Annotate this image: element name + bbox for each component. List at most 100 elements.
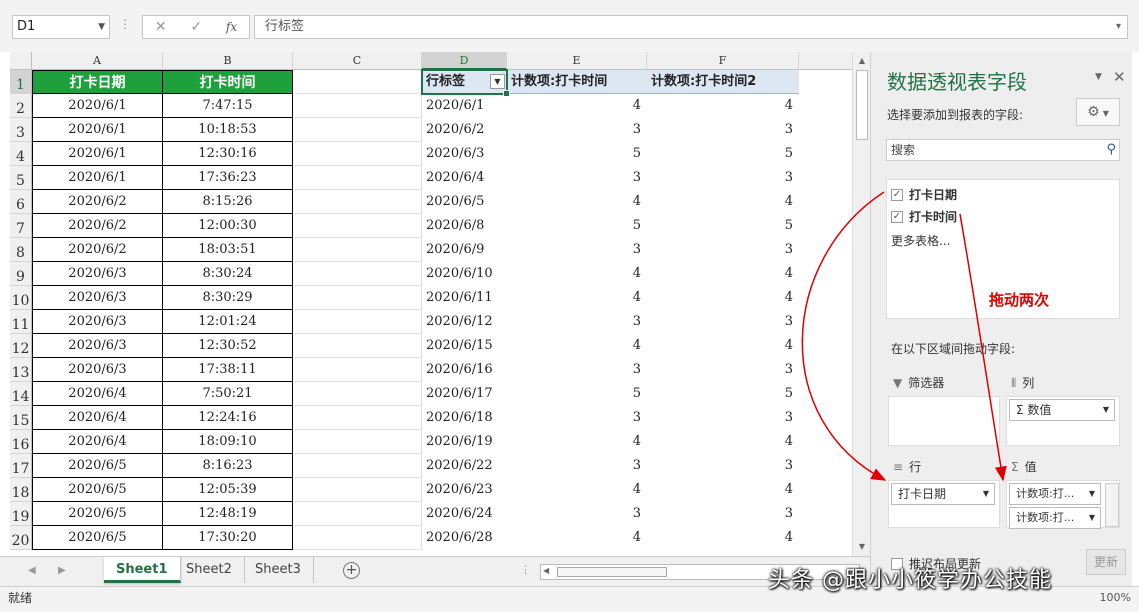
- select-all-corner[interactable]: [10, 52, 32, 70]
- close-icon[interactable]: ✕: [1113, 68, 1126, 86]
- source-cell[interactable]: 17:38:11: [163, 358, 293, 382]
- pivot-value-cell[interactable]: 4: [647, 262, 799, 286]
- row-header[interactable]: 5: [10, 166, 32, 190]
- pivot-value-cell[interactable]: 4: [507, 334, 647, 358]
- pivot-value-cell[interactable]: 4: [647, 430, 799, 454]
- filters-area[interactable]: [888, 396, 1000, 446]
- empty-cell[interactable]: [293, 454, 422, 478]
- source-cell[interactable]: 2020/6/2: [32, 190, 163, 214]
- source-cell[interactable]: 2020/6/1: [32, 142, 163, 166]
- pivot-value-cell[interactable]: 4: [647, 286, 799, 310]
- source-cell[interactable]: 18:03:51: [163, 238, 293, 262]
- row-header[interactable]: 12: [10, 334, 32, 358]
- pivot-value-cell[interactable]: 4: [507, 190, 647, 214]
- empty-cell[interactable]: [293, 190, 422, 214]
- pivot-value-cell[interactable]: 4: [647, 94, 799, 118]
- source-cell[interactable]: 2020/6/4: [32, 406, 163, 430]
- more-tables-link[interactable]: 更多表格...: [891, 232, 950, 249]
- update-button[interactable]: 更新: [1086, 549, 1126, 575]
- pivot-value-cell[interactable]: 3: [647, 118, 799, 142]
- field-checkbox[interactable]: ✓: [891, 188, 903, 201]
- pivot-row-label[interactable]: 2020/6/19: [422, 430, 507, 454]
- row-header[interactable]: 4: [10, 142, 32, 166]
- pivot-row-label[interactable]: 2020/6/17: [422, 382, 507, 406]
- source-cell[interactable]: 12:48:19: [163, 502, 293, 526]
- source-cell[interactable]: 2020/6/3: [32, 262, 163, 286]
- source-cell[interactable]: 8:30:24: [163, 262, 293, 286]
- pivot-row-label[interactable]: 2020/6/2: [422, 118, 507, 142]
- pivot-header-cell[interactable]: 计数项:打卡时间2: [647, 70, 799, 94]
- empty-cell[interactable]: [293, 94, 422, 118]
- empty-cell[interactable]: [293, 478, 422, 502]
- scroll-thumb[interactable]: [856, 70, 868, 140]
- source-cell[interactable]: 18:09:10: [163, 430, 293, 454]
- values-area[interactable]: 计数项:打... ▼ 计数项:打... ▼: [1006, 480, 1120, 529]
- pivot-value-cell[interactable]: 3: [647, 310, 799, 334]
- zoom-level[interactable]: 100%: [1100, 587, 1131, 609]
- pivot-row-label[interactable]: 2020/6/4: [422, 166, 507, 190]
- pivot-value-cell[interactable]: 4: [507, 94, 647, 118]
- field-item-date[interactable]: ✓ 打卡日期: [891, 186, 957, 203]
- source-cell[interactable]: 12:00:30: [163, 214, 293, 238]
- chevron-down-icon[interactable]: ▼: [1089, 508, 1095, 528]
- column-header-a[interactable]: A: [32, 52, 163, 70]
- pivot-value-cell[interactable]: 3: [507, 358, 647, 382]
- values-chip-1[interactable]: 计数项:打... ▼: [1009, 483, 1101, 505]
- pivot-value-cell[interactable]: 4: [647, 526, 799, 550]
- row-header[interactable]: 7: [10, 214, 32, 238]
- source-cell[interactable]: 8:15:26: [163, 190, 293, 214]
- columns-values-chip[interactable]: Σ 数值 ▼: [1009, 399, 1115, 421]
- pivot-row-label[interactable]: 2020/6/8: [422, 214, 507, 238]
- source-cell[interactable]: 17:30:20: [163, 526, 293, 550]
- formula-input[interactable]: 行标签 ▾: [254, 15, 1128, 39]
- name-box[interactable]: D1 ▼: [12, 15, 110, 39]
- empty-cell[interactable]: [293, 262, 422, 286]
- columns-area[interactable]: Σ 数值 ▼: [1006, 396, 1120, 446]
- pivot-row-label[interactable]: 2020/6/18: [422, 406, 507, 430]
- pivot-value-cell[interactable]: 4: [647, 478, 799, 502]
- vertical-scrollbar[interactable]: ▲ ▼: [852, 52, 870, 556]
- pivot-value-cell[interactable]: 3: [647, 166, 799, 190]
- row-header[interactable]: 17: [10, 454, 32, 478]
- pivot-value-cell[interactable]: 4: [507, 526, 647, 550]
- source-header-cell[interactable]: 打卡时间: [163, 70, 293, 94]
- insert-function-button[interactable]: fx: [226, 20, 237, 34]
- source-cell[interactable]: 17:36:23: [163, 166, 293, 190]
- pivot-value-cell[interactable]: 3: [507, 310, 647, 334]
- pivot-value-cell[interactable]: 4: [507, 286, 647, 310]
- add-sheet-button[interactable]: +: [343, 562, 360, 579]
- values-scrollbar[interactable]: [1105, 483, 1119, 527]
- source-cell[interactable]: 12:24:16: [163, 406, 293, 430]
- pivot-value-cell[interactable]: 5: [647, 382, 799, 406]
- empty-cell[interactable]: [293, 310, 422, 334]
- pivot-row-label[interactable]: 2020/6/5: [422, 190, 507, 214]
- pivot-value-cell[interactable]: 4: [647, 334, 799, 358]
- pivot-value-cell[interactable]: 3: [507, 166, 647, 190]
- pivot-value-cell[interactable]: 3: [647, 238, 799, 262]
- row-header[interactable]: 9: [10, 262, 32, 286]
- source-cell[interactable]: 10:18:53: [163, 118, 293, 142]
- chevron-down-icon[interactable]: ▼: [983, 484, 989, 504]
- source-cell[interactable]: 2020/6/1: [32, 166, 163, 190]
- empty-cell[interactable]: [293, 526, 422, 550]
- pivot-row-label[interactable]: 2020/6/22: [422, 454, 507, 478]
- source-cell[interactable]: 2020/6/5: [32, 454, 163, 478]
- tab-prev-icon[interactable]: ◀: [28, 565, 36, 576]
- tab-sheet2[interactable]: Sheet2: [174, 557, 245, 583]
- source-cell[interactable]: 2020/6/3: [32, 286, 163, 310]
- tab-next-icon[interactable]: ▶: [58, 565, 66, 576]
- column-header-c[interactable]: C: [293, 52, 422, 70]
- hscroll-thumb[interactable]: [557, 567, 667, 577]
- empty-cell[interactable]: [293, 430, 422, 454]
- pivot-value-cell[interactable]: 3: [507, 502, 647, 526]
- pivot-value-cell[interactable]: 5: [507, 382, 647, 406]
- search-input[interactable]: 搜索 ⚲: [886, 139, 1120, 161]
- column-header-d[interactable]: D: [422, 52, 507, 70]
- source-cell[interactable]: 2020/6/2: [32, 214, 163, 238]
- source-cell[interactable]: 2020/6/5: [32, 526, 163, 550]
- rows-date-chip[interactable]: 打卡日期 ▼: [891, 483, 995, 505]
- expand-formula-icon[interactable]: ▾: [1116, 16, 1121, 38]
- source-cell[interactable]: 12:30:52: [163, 334, 293, 358]
- empty-cell[interactable]: [293, 502, 422, 526]
- source-cell[interactable]: 2020/6/4: [32, 382, 163, 406]
